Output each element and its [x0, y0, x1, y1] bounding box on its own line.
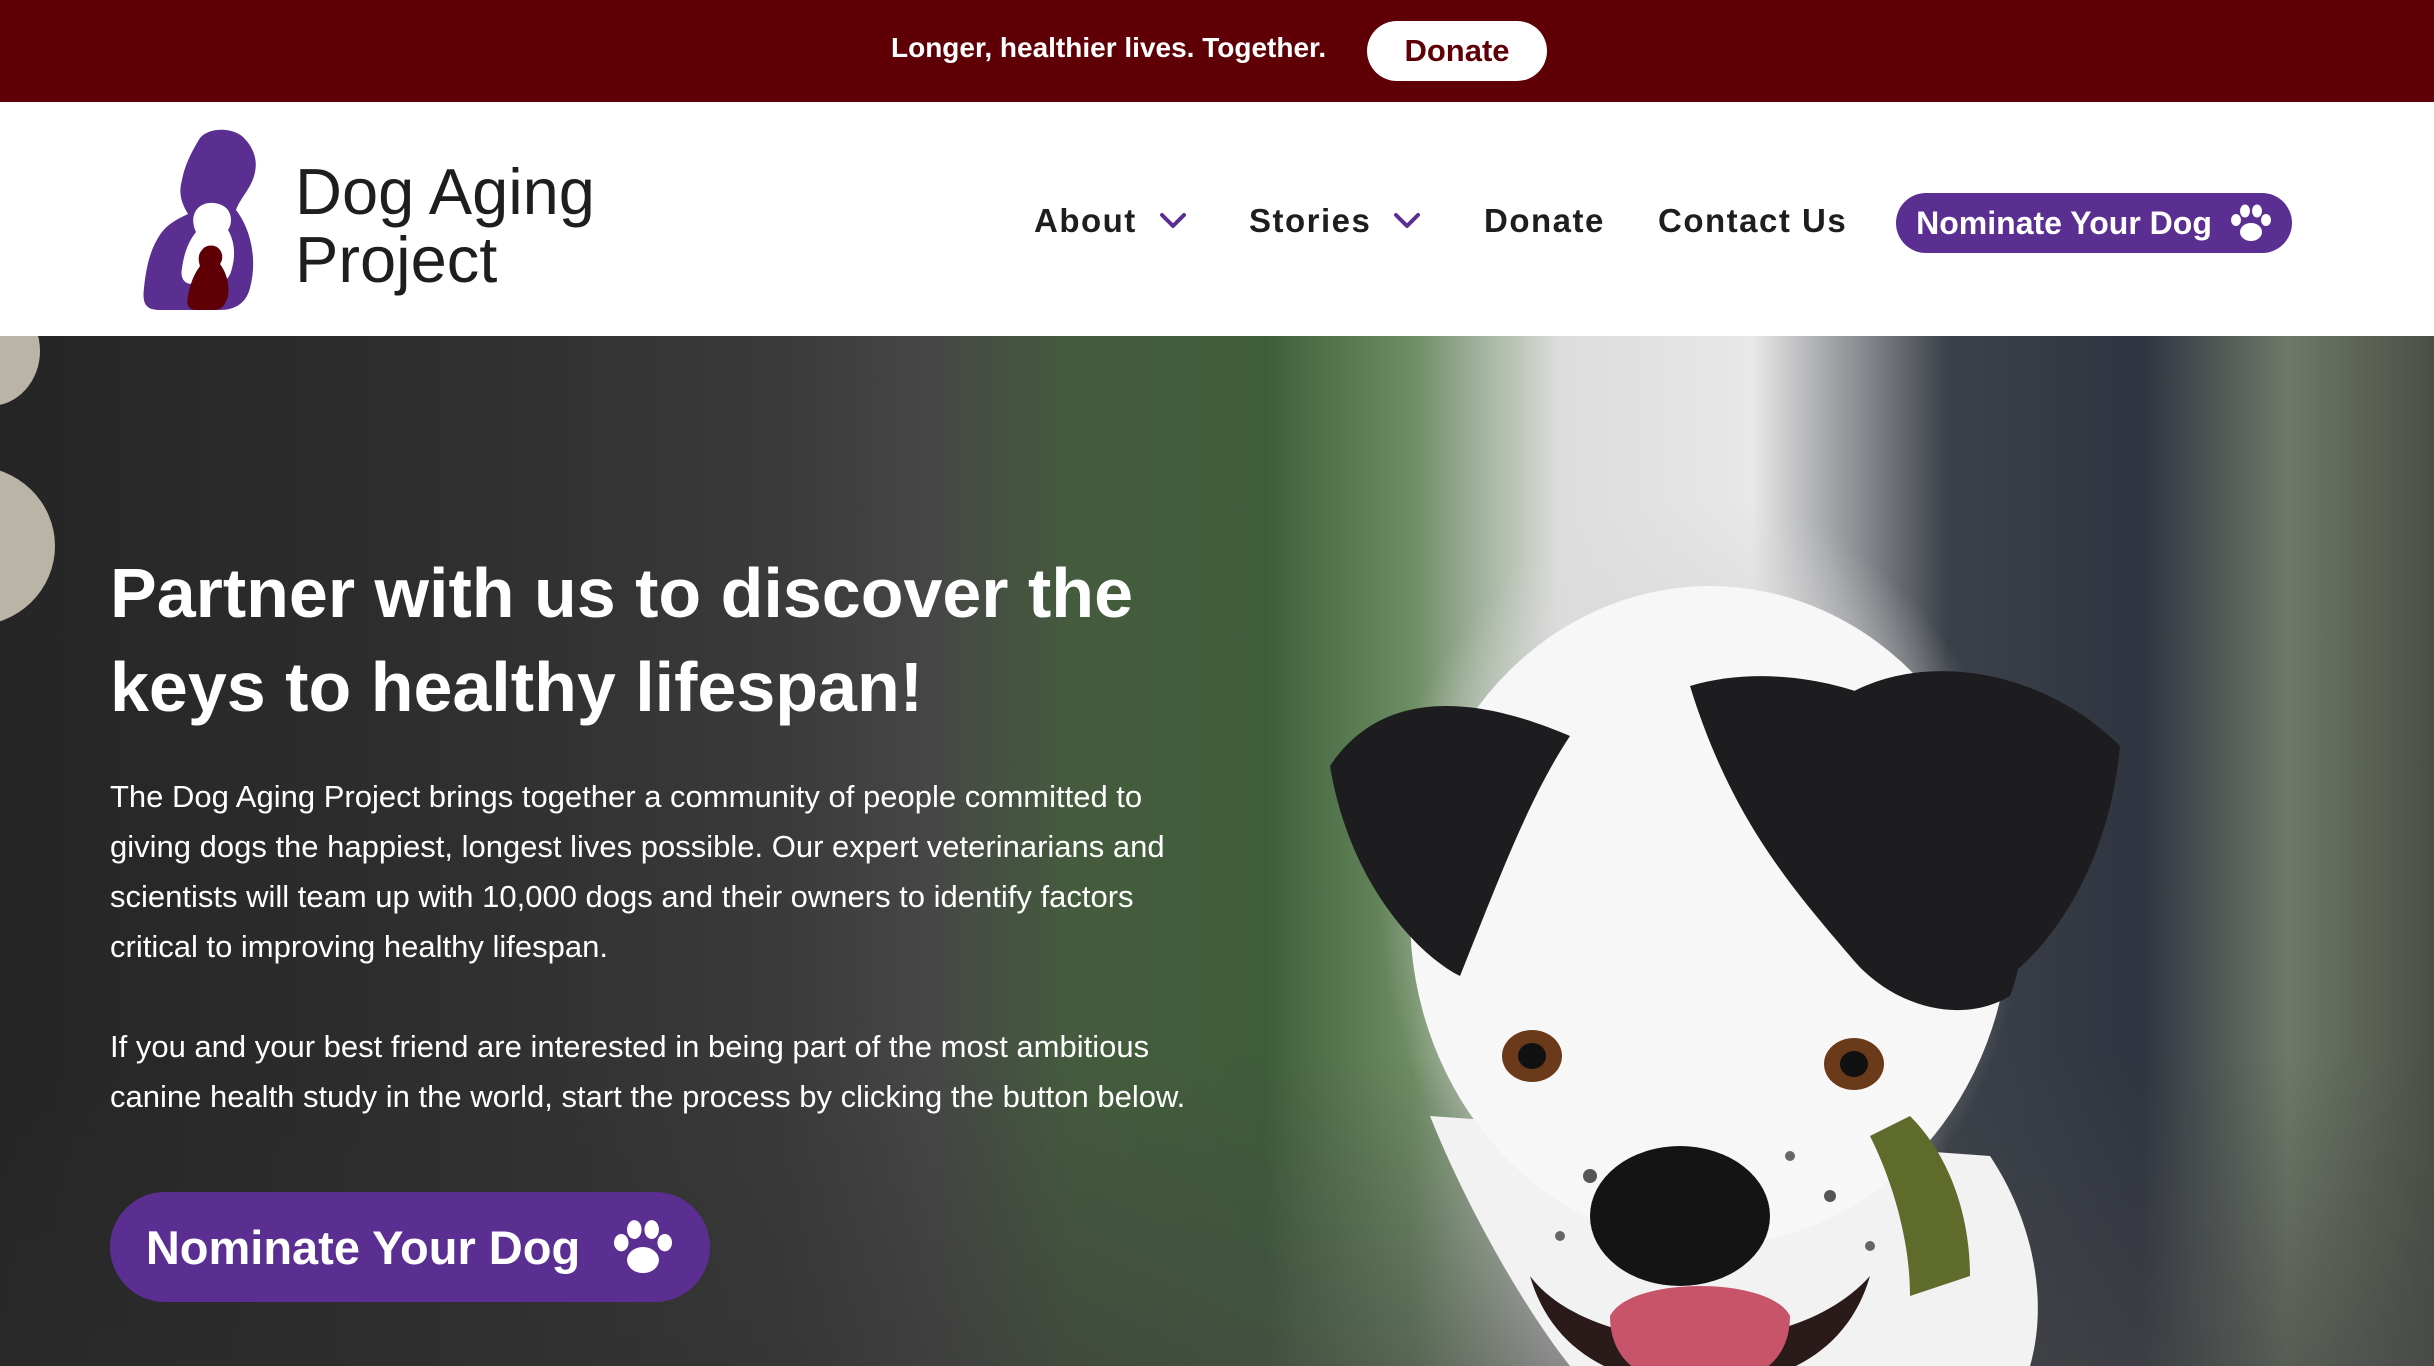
logo-line-2: Project — [295, 223, 498, 296]
nav-contact-label: Contact Us — [1658, 202, 1848, 239]
chevron-down-icon — [1159, 213, 1186, 228]
hero-paragraph-1: The Dog Aging Project brings together a … — [110, 779, 1165, 964]
nominate-your-dog-nav-button[interactable]: Nominate Your Dog — [1896, 193, 2292, 253]
nominate-your-dog-hero-button[interactable]: Nominate Your Dog — [110, 1192, 710, 1302]
hero-dog-photo — [1330, 586, 2120, 1366]
nav-donate-label: Donate — [1484, 202, 1605, 239]
hero-paragraph-2: If you and your best friend are interest… — [110, 1029, 1186, 1114]
nominate-nav-label: Nominate Your Dog — [1916, 204, 2212, 241]
banner-tagline: Longer, healthier lives. Together. — [891, 32, 1327, 63]
banner-donate-button[interactable]: Donate — [1367, 21, 1547, 81]
logo-dogs-mark[interactable] — [140, 128, 270, 310]
nav-donate[interactable]: Donate — [1484, 202, 1605, 240]
logo-line-1: Dog Aging — [295, 155, 595, 228]
nav-stories-label: Stories — [1249, 202, 1372, 239]
hero-section: Partner with us to discover the keys to … — [0, 336, 2434, 1366]
hero-title: Partner with us to discover the keys to … — [110, 554, 1133, 726]
hero-cta-label: Nominate Your Dog — [145, 1220, 581, 1274]
top-banner: Longer, healthier lives. Together. Donat… — [0, 0, 2434, 102]
chevron-down-icon — [1394, 213, 1421, 228]
paw-icon — [2230, 204, 2271, 241]
nav-contact-us[interactable]: Contact Us — [1658, 202, 1847, 240]
nav-stories[interactable]: Stories — [1249, 202, 1421, 240]
paw-icon — [614, 1220, 673, 1274]
nav-about[interactable]: About — [1034, 202, 1187, 240]
logo-wordmark[interactable]: Dog Aging Project — [295, 158, 595, 294]
nav-about-label: About — [1034, 202, 1137, 239]
